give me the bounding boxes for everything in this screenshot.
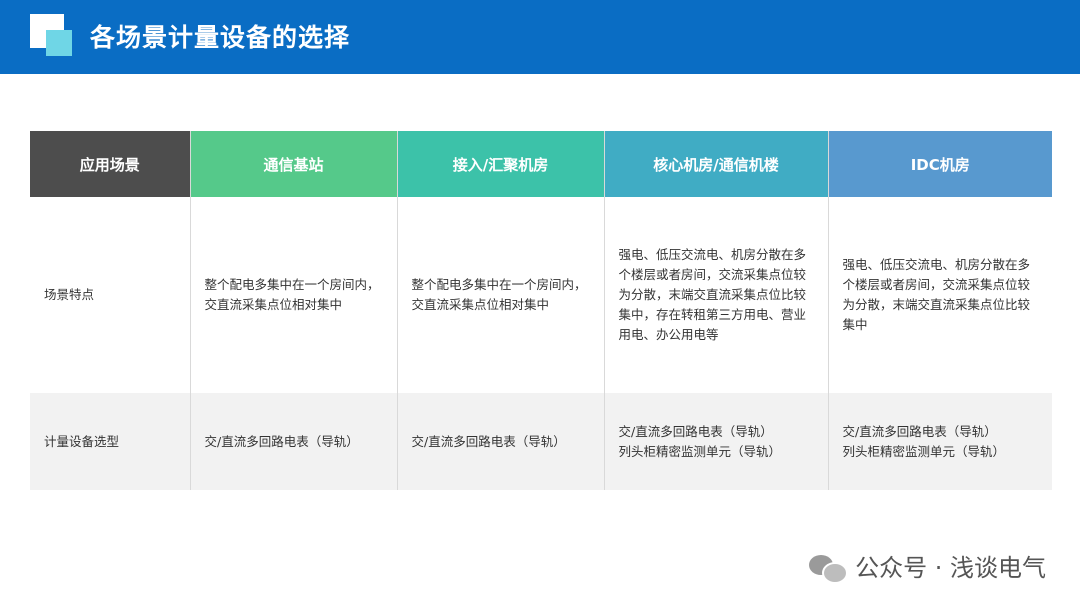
wechat-icon bbox=[807, 551, 849, 584]
cell-line: 列头柜精密监测单元（导轨） bbox=[842, 443, 1006, 459]
header-bar: 各场景计量设备的选择 bbox=[0, 0, 1080, 74]
column-header: 核心机房/通信机楼 bbox=[603, 131, 828, 197]
column-header: 接入/汇聚机房 bbox=[396, 131, 604, 197]
logo-square-front bbox=[46, 30, 72, 56]
row-label: 计量设备选型 bbox=[30, 393, 190, 490]
table-cell: 整个配电多集中在一个房间内，交直流采集点位相对集中 bbox=[189, 197, 397, 393]
table-row: 计量设备选型 交/直流多回路电表（导轨） 交/直流多回路电表（导轨） 交/直流多… bbox=[30, 393, 1052, 490]
table-cell: 强电、低压交流电、机房分散在多个楼层或者房间，交流采集点位较为分散，末端交直流采… bbox=[603, 197, 828, 393]
cell-line: 列头柜精密监测单元（导轨） bbox=[618, 443, 782, 459]
row-label: 场景特点 bbox=[30, 197, 190, 393]
table-row: 场景特点 整个配电多集中在一个房间内，交直流采集点位相对集中 整个配电多集中在一… bbox=[30, 197, 1052, 393]
table-cell: 整个配电多集中在一个房间内，交直流采集点位相对集中 bbox=[396, 197, 604, 393]
table-cell: 强电、低压交流电、机房分散在多个楼层或者房间，交流采集点位较为分散，末端交直流采… bbox=[827, 197, 1052, 393]
footer-watermark: 公众号 · 浅谈电气 bbox=[807, 548, 1046, 584]
column-header: IDC机房 bbox=[827, 131, 1052, 197]
page-title: 各场景计量设备的选择 bbox=[90, 23, 351, 52]
table-cell: 交/直流多回路电表（导轨） 列头柜精密监测单元（导轨） bbox=[603, 393, 828, 490]
cell-line: 交/直流多回路电表（导轨） bbox=[618, 423, 773, 439]
cell-line: 交/直流多回路电表（导轨） bbox=[842, 423, 997, 439]
column-header: 通信基站 bbox=[189, 131, 397, 197]
column-header: 应用场景 bbox=[30, 131, 190, 197]
equipment-table: 应用场景 通信基站 接入/汇聚机房 核心机房/通信机楼 IDC机房 场景特点 整… bbox=[30, 131, 1052, 490]
footer-label: 公众号 · 浅谈电气 bbox=[855, 554, 1046, 582]
table-cell: 交/直流多回路电表（导轨） bbox=[189, 393, 397, 490]
table-header-row: 应用场景 通信基站 接入/汇聚机房 核心机房/通信机楼 IDC机房 bbox=[30, 131, 1052, 197]
table-cell: 交/直流多回路电表（导轨） bbox=[396, 393, 604, 490]
table-cell: 交/直流多回路电表（导轨） 列头柜精密监测单元（导轨） bbox=[827, 393, 1052, 490]
